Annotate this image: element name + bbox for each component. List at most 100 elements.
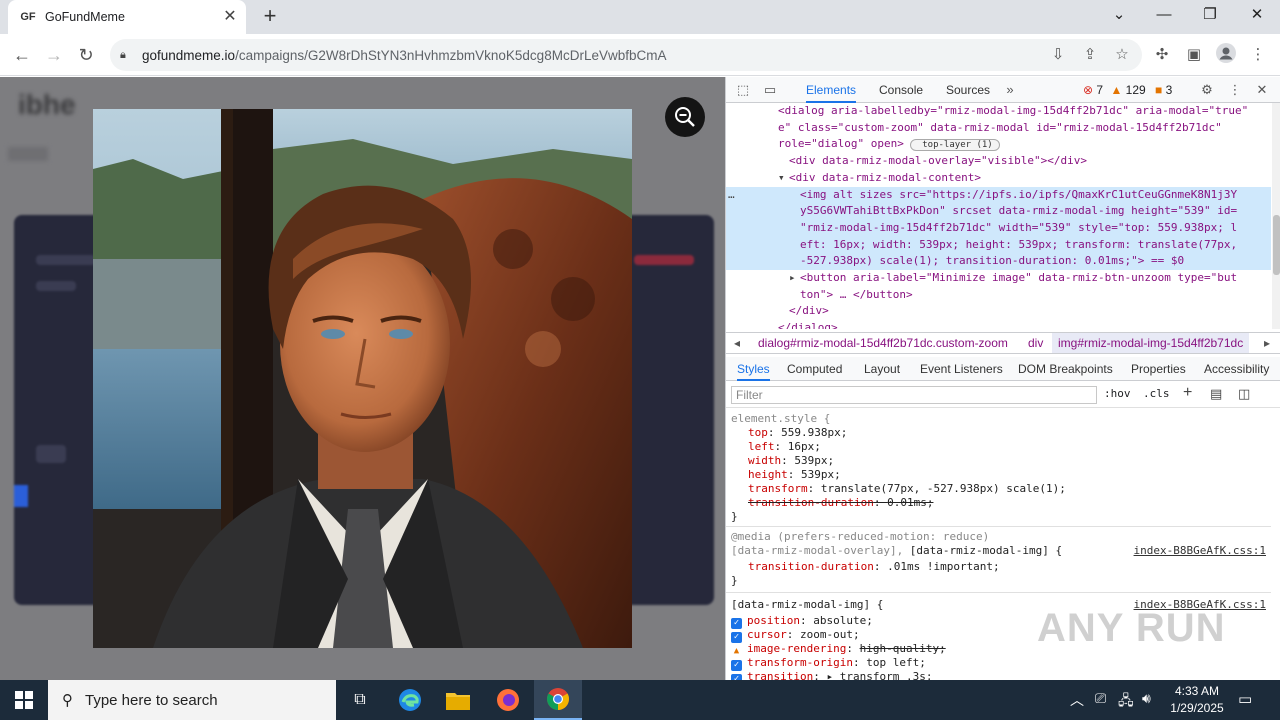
profile-avatar-icon[interactable] (1214, 43, 1238, 67)
dom-tree-scrollbar[interactable] (1272, 103, 1280, 329)
file-explorer-icon[interactable] (434, 680, 482, 720)
tab-close-icon[interactable]: ✕ (222, 9, 238, 25)
dom-node-line[interactable]: <div data-rmiz-modal-overlay="visible"><… (726, 153, 1271, 170)
dom-node-line[interactable]: </dialog> (726, 320, 1271, 329)
css-property-line[interactable]: height: 539px; (748, 468, 841, 482)
inspect-element-icon[interactable]: ⬚ (734, 81, 752, 99)
back-button[interactable]: ← (10, 43, 34, 67)
css-property-line[interactable]: ✓ transform-origin: top left; (731, 656, 926, 671)
firefox-icon[interactable] (484, 680, 532, 720)
tab-event-listeners[interactable]: Event Listeners (920, 357, 1003, 381)
css-property-line[interactable]: left: 16px; (748, 440, 821, 454)
stylesheet-link[interactable]: index-B8BGeAfK.css:1 (1134, 544, 1266, 558)
breadcrumb-item-active[interactable]: img#rmiz-modal-img-15d4ff2b71dc (1052, 333, 1250, 353)
dom-node-line[interactable]: ▸ <button aria-label="Minimize image" dat… (726, 270, 1271, 287)
tab-dom-breakpoints[interactable]: DOM Breakpoints (1018, 357, 1113, 381)
dom-tree[interactable]: <dialog aria-labelledby="rmiz-modal-img-… (726, 103, 1271, 329)
divider (726, 526, 1271, 527)
expand-arrow-icon[interactable]: ▸ (789, 270, 796, 287)
computed-styles-icon[interactable]: ▤ (1210, 386, 1222, 402)
tab-sources[interactable]: Sources (946, 77, 990, 103)
css-property-line[interactable]: ✓ position: absolute; (731, 614, 873, 629)
dom-node-line[interactable]: </div> (726, 303, 1271, 320)
task-view-icon[interactable]: ⧉ (336, 680, 384, 720)
reload-button[interactable]: ↻ (74, 43, 98, 67)
dom-node-line[interactable]: eft: 16px; width: 539px; height: 539px; … (726, 236, 1271, 254)
breadcrumb-left-arrow-icon[interactable]: ◂ (734, 336, 740, 350)
more-tabs-icon[interactable]: » (1001, 81, 1019, 99)
tab-styles[interactable]: Styles (737, 357, 770, 381)
forward-button[interactable]: → (42, 43, 66, 67)
side-panel-icon[interactable]: ▣ (1182, 43, 1206, 67)
restore-button[interactable]: ❐ (1187, 0, 1233, 30)
dom-node-line[interactable]: role="dialog" open> top-layer (1) (726, 136, 1271, 154)
settings-gear-icon[interactable]: ⚙ (1198, 81, 1216, 99)
address-bar[interactable]: 🔒︎ gofundmeme.io/campaigns/G2W8rDhStYN3n… (110, 39, 1142, 71)
css-property-line[interactable]: top: 559.938px; (748, 426, 847, 440)
tray-overflow-chevron-icon[interactable]: ︿ (1070, 690, 1084, 710)
dom-node-line[interactable]: ton"> … </button> (726, 287, 1271, 304)
tab-console[interactable]: Console (879, 77, 923, 103)
css-property-line[interactable]: width: 539px; (748, 454, 834, 468)
issue-counters[interactable]: ⊗ 7 ▲ 129 ■ 3 (1083, 83, 1172, 97)
tab-accessibility[interactable]: Accessibility (1204, 357, 1269, 381)
issue-count: 3 (1165, 83, 1173, 97)
css-property-line[interactable]: ▲ image-rendering: high-quality; (731, 642, 946, 657)
tray-app-icon[interactable]: ⎚ (1095, 690, 1106, 707)
minimize-button[interactable]: — (1141, 0, 1187, 30)
taskbar-search-box[interactable]: ⚲ Type here to search (48, 680, 336, 720)
dom-node-line[interactable]: yS5G6VWTahiBttBxPkDon" srcset data-rmiz-… (726, 203, 1271, 220)
tab-properties[interactable]: Properties (1131, 357, 1186, 381)
styles-filter-input[interactable]: Filter (731, 386, 1097, 404)
dom-node-line[interactable]: -527.938px) scale(1); transition-duratio… (726, 253, 1271, 270)
css-property-line[interactable]: ✓ transition: ▸ transform .3s; (731, 670, 932, 680)
breadcrumb-right-arrow-icon[interactable]: ▸ (1264, 336, 1270, 350)
zoomed-campaign-image[interactable] (93, 109, 632, 648)
css-property-line[interactable]: transform: translate(77px, -527.938px) s… (748, 482, 1066, 496)
dom-node-line[interactable]: e" class="custom-zoom" data-rmiz-modal i… (726, 120, 1271, 137)
node-actions-ellipsis-icon[interactable]: … (728, 187, 735, 204)
zoom-out-button[interactable] (665, 97, 705, 137)
share-icon[interactable]: ⇪ (1078, 43, 1102, 67)
toggle-sidebar-icon[interactable]: ◫ (1238, 386, 1250, 402)
network-icon[interactable]: 🖧︎ (1118, 690, 1134, 714)
notifications-icon[interactable]: ▭ (1238, 690, 1252, 708)
css-property-line[interactable]: transition-duration: 0.01ms; (748, 496, 933, 510)
bookmark-star-icon[interactable]: ☆ (1110, 43, 1134, 67)
install-app-icon[interactable]: ⇩ (1046, 43, 1070, 67)
tab-elements[interactable]: Elements (806, 77, 857, 103)
tab-layout[interactable]: Layout (864, 357, 900, 381)
extensions-puzzle-icon[interactable]: ✣ (1150, 43, 1174, 67)
devtools-menu-icon[interactable]: ⋮ (1226, 81, 1244, 99)
chrome-icon[interactable] (534, 680, 582, 720)
warning-icon: ▲ (1110, 83, 1123, 97)
css-property-line[interactable]: transition-duration: .01ms !important; (748, 560, 1000, 574)
close-window-button[interactable]: ✕ (1234, 0, 1280, 30)
hov-toggle[interactable]: :hov (1104, 387, 1131, 400)
css-property-line[interactable]: ✓ cursor: zoom-out; (731, 628, 860, 643)
device-toolbar-icon[interactable]: ▭ (761, 81, 779, 99)
dom-node-line[interactable]: … <img alt sizes src="https://ipfs.io/ipf… (726, 186, 1271, 204)
dom-node-line[interactable]: <dialog aria-labelledby="rmiz-modal-img-… (726, 103, 1271, 120)
menu-dots-icon[interactable]: ⋮ (1246, 43, 1270, 67)
new-rule-plus-icon[interactable]: + (1183, 384, 1192, 402)
collapse-arrow-icon[interactable]: ▾ (778, 170, 785, 187)
media-query-rule: @media (prefers-reduced-motion: reduce) (731, 530, 989, 544)
new-tab-button[interactable]: + (258, 5, 282, 29)
css-property-value: top left; (866, 656, 926, 669)
close-devtools-icon[interactable]: ✕ (1253, 81, 1271, 99)
breadcrumb-item[interactable]: div (1028, 336, 1043, 350)
volume-icon[interactable]: 🔊︎ (1142, 690, 1151, 707)
edge-icon[interactable] (386, 680, 434, 720)
dom-node-line[interactable]: "rmiz-modal-img-15d4ff2b71dc" width="539… (726, 219, 1271, 237)
cls-toggle[interactable]: .cls (1143, 387, 1170, 400)
taskbar-clock[interactable]: 4:33 AM 1/29/2025 (1162, 683, 1232, 717)
dom-node-line[interactable]: ▾ <div data-rmiz-modal-content> (726, 170, 1271, 187)
tab-computed[interactable]: Computed (787, 357, 842, 381)
top-layer-badge[interactable]: top-layer (1) (909, 139, 1000, 152)
scrollbar-thumb[interactable] (1273, 215, 1280, 275)
start-button[interactable] (0, 680, 48, 720)
breadcrumb-item[interactable]: dialog#rmiz-modal-15d4ff2b71dc.custom-zo… (758, 336, 1008, 350)
browser-tab[interactable]: GF GoFundMeme ✕ (8, 0, 246, 34)
tab-search-chevron-icon[interactable]: ⌄ (1096, 0, 1142, 30)
